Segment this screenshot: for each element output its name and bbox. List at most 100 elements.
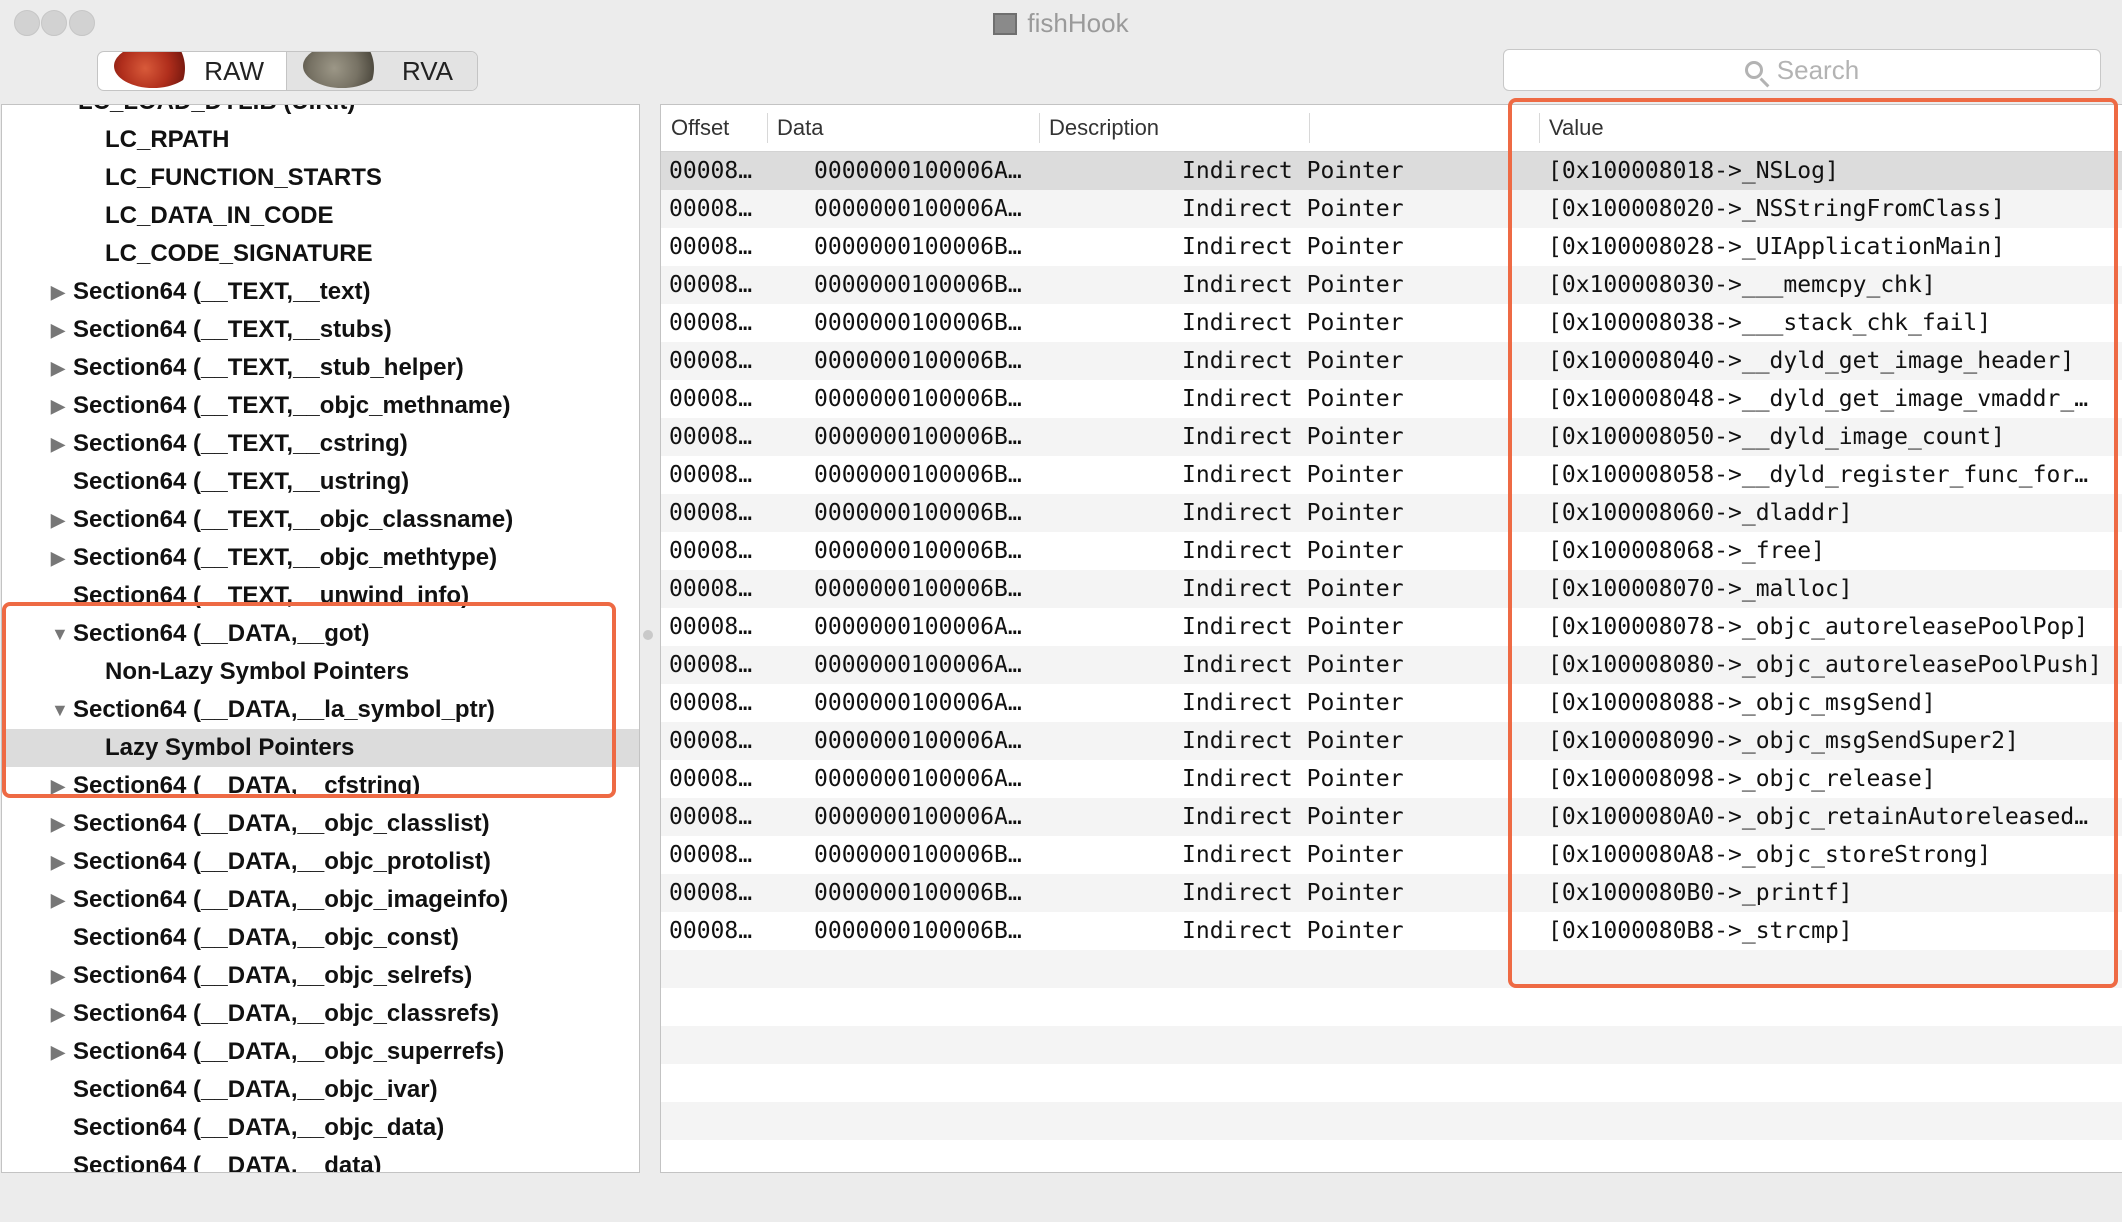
tree-item[interactable]: ▶ Section64 (__TEXT,__cstring) — [2, 425, 639, 463]
tree-item[interactable]: ▼ Section64 (__DATA,__got) — [2, 615, 639, 653]
tree-item[interactable]: Section64 (__DATA,__data) — [2, 1147, 639, 1172]
tree-item[interactable]: LC_CODE_SIGNATURE — [2, 235, 639, 273]
table-row[interactable]: 000080A8 0000000100006B04 Indirect Pointer… — [661, 836, 2122, 874]
tree-item-label: Section64 (__TEXT,__objc_methname) — [73, 392, 511, 419]
disclosure-collapsed-icon[interactable]: ▶ — [51, 425, 71, 463]
table-row[interactable]: 00008078 0000000100006ABC Indirect Pointer… — [661, 608, 2122, 646]
disclosure-collapsed-icon[interactable]: ▶ — [51, 843, 71, 881]
search-field[interactable]: Search — [1503, 49, 2101, 91]
tree-item[interactable]: ▶ Section64 (__DATA,__cfstring) — [2, 767, 639, 805]
tree-item-label: Section64 (__TEXT,__text) — [73, 278, 371, 305]
empty-table-row — [661, 988, 2122, 1026]
load-commands-tree[interactable]: LC_LOAD_DYLIB (UIKit) LC_RPATH LC_FUNCTIO… — [1, 104, 640, 1173]
tree-item[interactable]: ▶ Section64 (__DATA,__objc_selrefs) — [2, 957, 639, 995]
cell-data: 0000000100006B58 — [814, 500, 1034, 526]
column-header-offset[interactable]: Offset — [661, 105, 767, 151]
tree-item[interactable]: ▶ Section64 (__TEXT,__stub_helper) — [2, 349, 639, 387]
disclosure-collapsed-icon[interactable]: ▶ — [51, 273, 71, 311]
tree-item-label: Section64 (__TEXT,__objc_methtype) — [73, 544, 498, 571]
tree-item[interactable]: Section64 (__TEXT,__ustring) — [2, 463, 639, 501]
column-header-description[interactable]: Description — [1039, 105, 1309, 151]
cell-offset: 00008050 — [669, 424, 765, 450]
table-row[interactable]: 00008028 0000000100006B94 Indirect Pointer… — [661, 228, 2122, 266]
disclosure-collapsed-icon[interactable]: ▶ — [51, 349, 71, 387]
split-view-divider-handle[interactable] — [643, 630, 653, 640]
tree-item[interactable]: Section64 (__DATA,__objc_const) — [2, 919, 639, 957]
table-row[interactable]: 00008058 0000000100006B4C Indirect Pointer… — [661, 456, 2122, 494]
table-row[interactable]: 00008020 0000000100006AB0 Indirect Pointer… — [661, 190, 2122, 228]
raw-button[interactable]: RAW — [98, 52, 286, 90]
disclosure-collapsed-icon[interactable]: ▶ — [51, 767, 71, 805]
tree-item[interactable]: LC_FUNCTION_STARTS — [2, 159, 639, 197]
tree-item[interactable]: Section64 (__DATA,__objc_ivar) — [2, 1071, 639, 1109]
table-row[interactable]: 00008080 0000000100006AC8 Indirect Pointer… — [661, 646, 2122, 684]
tree-item[interactable]: Section64 (__TEXT,__unwind_info) — [2, 577, 639, 615]
table-row[interactable]: 00008098 0000000100006AEC Indirect Pointer… — [661, 760, 2122, 798]
cell-data: 0000000100006AB0 — [814, 196, 1034, 222]
table-row[interactable]: 000080B8 0000000100006B88 Indirect Pointer… — [661, 912, 2122, 950]
tree-item[interactable]: ▶ Section64 (__TEXT,__text) — [2, 273, 639, 311]
cell-data: 0000000100006AD4 — [814, 690, 1034, 716]
disclosure-collapsed-icon[interactable]: ▶ — [51, 501, 71, 539]
tree-item[interactable]: LC_DATA_IN_CODE — [2, 197, 639, 235]
tree-item[interactable]: ▶ Section64 (__DATA,__objc_classrefs) — [2, 995, 639, 1033]
tree-item[interactable]: Section64 (__DATA,__objc_data) — [2, 1109, 639, 1147]
table-row[interactable]: 000080A0 0000000100006AF8 Indirect Pointer… — [661, 798, 2122, 836]
window-title: fishHook — [1027, 8, 1129, 38]
disclosure-collapsed-icon[interactable]: ▶ — [51, 881, 71, 919]
column-header-value[interactable]: Value — [1539, 105, 2119, 151]
column-header-data[interactable]: Data — [767, 105, 1039, 151]
table-row[interactable]: 00008068 0000000100006B64 Indirect Pointer… — [661, 532, 2122, 570]
tree-item[interactable]: ▶ Section64 (__TEXT,__objc_methname) — [2, 387, 639, 425]
tree-item[interactable]: ▶ Section64 (__DATA,__objc_imageinfo) — [2, 881, 639, 919]
disclosure-collapsed-icon[interactable]: ▶ — [51, 1033, 71, 1071]
tree-item-label: Section64 (__DATA,__objc_const) — [73, 924, 459, 951]
table-row[interactable]: 00008050 0000000100006B40 Indirect Pointer… — [661, 418, 2122, 456]
table-row[interactable]: 00008030 0000000100006B10 Indirect Pointer… — [661, 266, 2122, 304]
search-placeholder-area: Search — [1504, 50, 2100, 90]
tree-item[interactable]: ▶ Section64 (__TEXT,__objc_methtype) — [2, 539, 639, 577]
tree-item[interactable]: LC_RPATH — [2, 121, 639, 159]
tree-item[interactable]: ▼ Section64 (__DATA,__la_symbol_ptr) — [2, 691, 639, 729]
app-window: fishHook RAW RVA Search LC_LOAD_DYLIB (U… — [0, 0, 2122, 1222]
disclosure-collapsed-icon[interactable]: ▶ — [51, 805, 71, 843]
table-row[interactable]: 00008090 0000000100006AE0 Indirect Pointer… — [661, 722, 2122, 760]
section-table[interactable]: Offset Data Description Value 0000801800… — [660, 104, 2122, 1173]
cell-description: Indirect Pointer — [1182, 386, 1404, 412]
disclosure-collapsed-icon[interactable]: ▶ — [51, 957, 71, 995]
cell-data: 0000000100006B88 — [814, 918, 1034, 944]
cell-value: [0x100008078->_objc_autoreleasePoolPop] — [1548, 614, 2089, 640]
tree-item[interactable]: Non-Lazy Symbol Pointers — [2, 653, 639, 691]
disclosure-collapsed-icon[interactable]: ▶ — [51, 387, 71, 425]
tree-item-label: Section64 (__DATA,__objc_classrefs) — [73, 1000, 499, 1027]
tree-item[interactable]: Lazy Symbol Pointers — [2, 729, 639, 767]
cell-offset: 00008038 — [669, 310, 765, 336]
disclosure-collapsed-icon[interactable]: ▶ — [51, 539, 71, 577]
table-row[interactable]: 00008060 0000000100006B58 Indirect Pointer… — [661, 494, 2122, 532]
disclosure-collapsed-icon[interactable]: ▶ — [51, 995, 71, 1033]
table-row[interactable]: 000080B0 0000000100006B7C Indirect Pointer… — [661, 874, 2122, 912]
cell-offset: 00008048 — [669, 386, 765, 412]
table-row[interactable]: 00008088 0000000100006AD4 Indirect Pointer… — [661, 684, 2122, 722]
tree-item[interactable]: ▶ Section64 (__TEXT,__stubs) — [2, 311, 639, 349]
tree-item[interactable]: ▶ Section64 (__DATA,__objc_protolist) — [2, 843, 639, 881]
cell-data: 0000000100006B70 — [814, 576, 1034, 602]
disclosure-collapsed-icon[interactable]: ▶ — [51, 311, 71, 349]
table-row[interactable]: 00008070 0000000100006B70 Indirect Pointer… — [661, 570, 2122, 608]
tree-item-label: Section64 (__TEXT,__stubs) — [73, 316, 392, 343]
rva-button[interactable]: RVA — [286, 52, 477, 90]
tree-item-partial[interactable]: LC_LOAD_DYLIB (UIKit) — [2, 105, 639, 121]
table-row[interactable]: 00008040 0000000100006B28 Indirect Pointer… — [661, 342, 2122, 380]
cell-data: 0000000100006B40 — [814, 424, 1034, 450]
table-row[interactable]: 00008038 0000000100006B1C Indirect Pointer… — [661, 304, 2122, 342]
disclosure-expanded-icon[interactable]: ▼ — [51, 691, 71, 729]
tree-item[interactable]: ▶ Section64 (__DATA,__objc_superrefs) — [2, 1033, 639, 1071]
tree-item-label: Section64 (__DATA,__cfstring) — [73, 772, 421, 799]
table-row[interactable]: 00008048 0000000100006B34 Indirect Pointer… — [661, 380, 2122, 418]
column-separator[interactable] — [1309, 113, 1310, 143]
table-row[interactable]: 00008018 0000000100006AA4 Indirect Pointer… — [661, 152, 2122, 190]
cell-description: Indirect Pointer — [1182, 652, 1404, 678]
tree-item[interactable]: ▶ Section64 (__DATA,__objc_classlist) — [2, 805, 639, 843]
tree-item[interactable]: ▶ Section64 (__TEXT,__objc_classname) — [2, 501, 639, 539]
disclosure-expanded-icon[interactable]: ▼ — [51, 615, 71, 653]
